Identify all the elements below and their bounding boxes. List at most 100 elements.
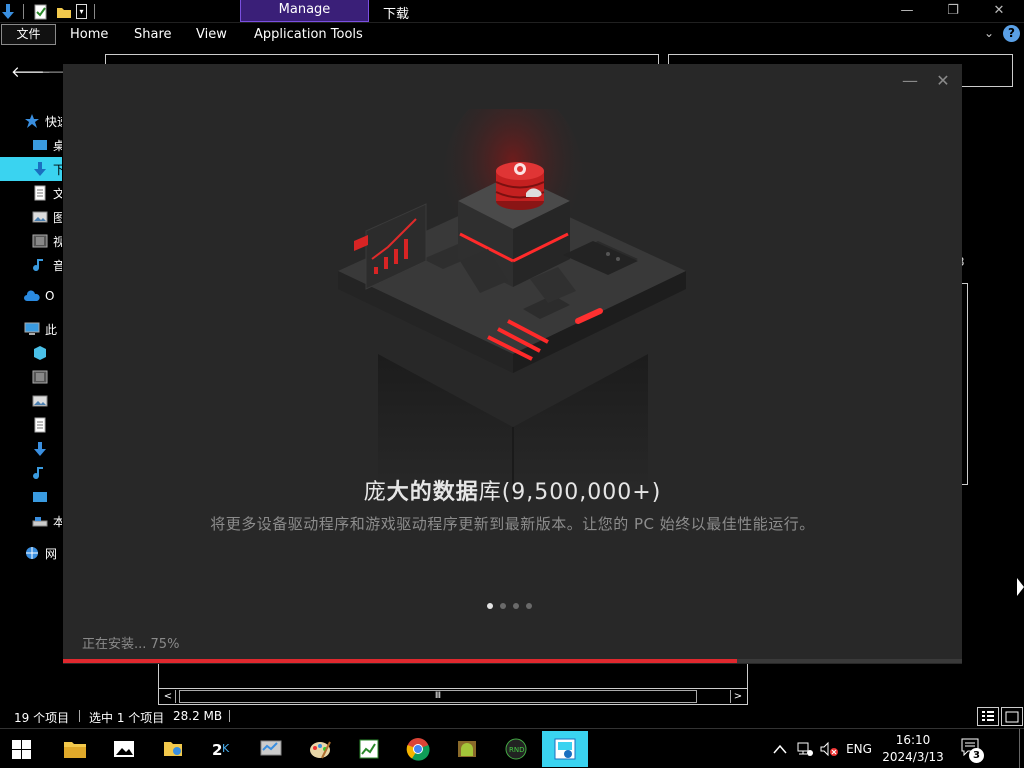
clock[interactable]: 16:10 2024/3/13 [876, 732, 950, 766]
download-arrow-icon[interactable] [1, 3, 15, 20]
dialog-close-icon[interactable]: ✕ [935, 73, 951, 89]
video-icon [32, 369, 48, 385]
sidebar-item-this-pc[interactable]: 此 [0, 317, 62, 341]
sidebar-item-label: 视 [53, 235, 62, 249]
pager-dot[interactable] [487, 603, 493, 609]
taskbar: 2K RND ENG 16:10 2024/3/13 3 [0, 728, 1024, 768]
divider [79, 710, 80, 722]
sidebar-item-documents-pc[interactable] [0, 413, 62, 437]
tab-view[interactable]: View [196, 27, 227, 42]
sidebar-item-label: 文 [53, 187, 62, 201]
subheadline: 将更多设备驱动程序和游戏驱动程序更新到最新版本。让您的 PC 始终以最佳性能运行… [210, 515, 815, 533]
tab-manage[interactable]: Manage [240, 0, 369, 22]
network-status-icon[interactable] [794, 729, 816, 768]
status-bar: 19 个项目 选中 1 个项目 28.2 MB [0, 705, 1024, 727]
tab-file[interactable]: 文件 [1, 24, 56, 45]
customize-quick-access-icon[interactable]: ▾ [76, 4, 87, 19]
installer-dialog: — ✕ 庞大的数据库(9,500,000+) 将更多设备驱动程序和游戏驱动程序更… [63, 64, 962, 664]
volume-muted-icon[interactable] [818, 729, 840, 768]
carousel-pager [487, 603, 539, 611]
divider [94, 4, 95, 19]
gpu-tool-icon[interactable]: RND [493, 731, 539, 767]
dialog-minimize-icon[interactable]: — [902, 73, 918, 89]
progress-fill [63, 659, 738, 663]
close-icon[interactable]: ✕ [985, 2, 1013, 20]
sidebar-item-label: 此 [45, 323, 58, 337]
2k-game-icon[interactable]: 2K [199, 731, 245, 767]
pager-dot[interactable] [500, 603, 506, 609]
scroll-left-icon[interactable]: < [161, 690, 176, 703]
svg-text:2: 2 [212, 741, 222, 759]
headline: 庞大的数据库(9,500,000+) [63, 474, 962, 506]
chevron-up-icon[interactable] [770, 729, 790, 768]
sidebar-item-desktop[interactable]: 桌 [0, 133, 62, 157]
new-folder-icon[interactable] [56, 3, 72, 20]
chrome-icon[interactable] [395, 731, 441, 767]
sidebar-item-local-disk[interactable]: 本 [0, 509, 62, 533]
restore-icon[interactable]: ❐ [939, 2, 967, 20]
selection-size: 28.2 MB [173, 709, 223, 723]
tab-home[interactable]: Home [70, 27, 108, 42]
android-icon[interactable] [444, 731, 490, 767]
sidebar-item-desktop-pc[interactable] [0, 485, 62, 509]
paint-icon[interactable] [297, 731, 343, 767]
headline-bold: 大的数据 [386, 480, 479, 505]
folder-user-icon[interactable] [150, 731, 196, 767]
desktop-icon [32, 489, 48, 505]
download-icon [32, 441, 48, 457]
sidebar-item-label: 音 [53, 259, 62, 273]
details-view-icon [982, 710, 994, 721]
sidebar-item-downloads-pc[interactable] [0, 437, 62, 461]
sidebar-item-quick-access[interactable]: 快速 [0, 109, 62, 133]
install-status: 正在安装... 75% [82, 637, 180, 652]
photos-icon[interactable] [101, 731, 147, 767]
music-icon [32, 257, 48, 273]
spreadsheet-icon[interactable] [346, 731, 392, 767]
scroll-right-icon[interactable]: > [730, 690, 745, 703]
sidebar-item-pictures[interactable]: 图 [0, 205, 62, 229]
sidebar-item-videos-pc[interactable] [0, 365, 62, 389]
sidebar-item-music-pc[interactable] [0, 461, 62, 485]
sidebar-item-onedrive[interactable]: O [0, 285, 62, 309]
item-count: 19 个项目 [14, 711, 70, 725]
tab-share[interactable]: Share [134, 27, 172, 42]
clock-date: 2024/3/13 [882, 750, 944, 764]
sidebar-item-downloads[interactable]: 下 [0, 157, 62, 181]
sidebar-item-documents[interactable]: 文 [0, 181, 62, 205]
pager-dot[interactable] [513, 603, 519, 609]
tab-application-tools[interactable]: Application Tools [254, 27, 363, 42]
document-icon [32, 417, 48, 433]
title-bar: ▾ Manage 下载 — ❐ ✕ [0, 0, 1024, 23]
onedrive-icon [24, 289, 40, 305]
minimize-icon[interactable]: — [893, 2, 921, 20]
help-icon[interactable]: ? [1003, 25, 1020, 42]
local-disk-icon [32, 513, 48, 529]
details-view-button[interactable] [977, 707, 999, 726]
windows-start-icon[interactable] [12, 740, 31, 759]
sidebar-item-pictures-pc[interactable] [0, 389, 62, 413]
network-icon [24, 545, 40, 561]
sidebar-item-music[interactable]: 音 [0, 253, 62, 277]
sidebar-item-network[interactable]: 网 [0, 541, 62, 565]
network-tool-icon[interactable] [248, 731, 294, 767]
horizontal-scrollbar[interactable]: < Ⅲ > [158, 688, 748, 705]
sidebar-item-3d-objects[interactable] [0, 341, 62, 365]
download-icon [32, 161, 48, 177]
properties-icon[interactable] [33, 3, 49, 20]
expand-ribbon-icon[interactable]: ⌄ [984, 26, 994, 40]
show-desktop-button[interactable] [1019, 729, 1024, 768]
notification-count-badge: 3 [969, 748, 984, 763]
this-pc-icon [24, 321, 40, 337]
star-icon [24, 113, 40, 129]
language-indicator[interactable]: ENG [842, 729, 876, 768]
sidebar-item-label: 本 [53, 515, 62, 529]
scrollbar-thumb[interactable]: Ⅲ [179, 690, 697, 703]
large-icons-view-button[interactable] [1001, 707, 1023, 726]
pager-dot[interactable] [526, 603, 532, 609]
file-explorer-icon[interactable] [52, 731, 98, 767]
sidebar-item-videos[interactable]: 视 [0, 229, 62, 253]
large-icons-view-icon [1005, 711, 1019, 722]
desktop-icon [32, 137, 48, 153]
driver-installer-icon[interactable] [542, 731, 588, 767]
headline-light-2: 库(9,500,000+) [478, 480, 662, 505]
